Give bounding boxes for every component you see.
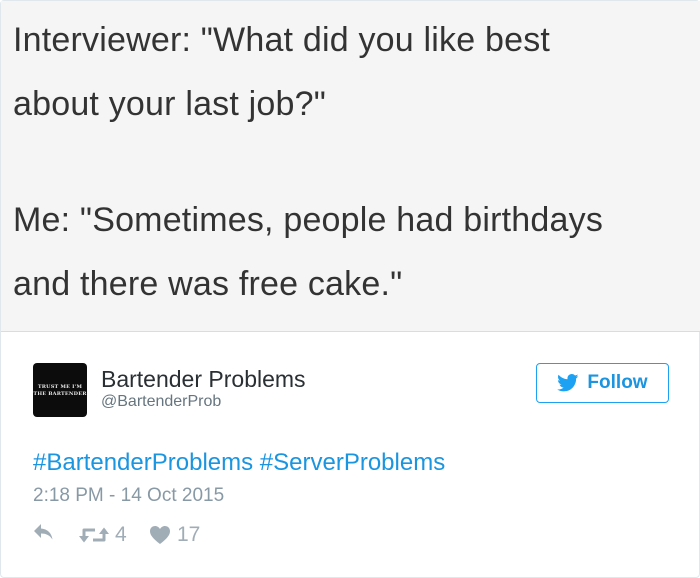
quote-line: and there was free cake."	[13, 265, 403, 303]
tweet-card: Interviewer: "What did you like best abo…	[0, 0, 700, 578]
retweet-count: 4	[115, 523, 127, 546]
author-name[interactable]: Bartender Problems	[101, 366, 306, 393]
tweet-text: #BartenderProblems #ServerProblems	[33, 449, 445, 477]
like-button[interactable]: 17	[149, 523, 200, 547]
tweet-timestamp[interactable]: 2:18 PM - 14 Oct 2015	[33, 485, 224, 507]
avatar-text: THE BARTENDER	[33, 391, 87, 397]
follow-label: Follow	[587, 372, 648, 393]
hashtag-link[interactable]: #ServerProblems	[260, 449, 445, 476]
avatar[interactable]: TRUST ME I'M THE BARTENDER	[33, 363, 87, 417]
reply-icon	[34, 524, 53, 540]
quote-line: about your last job?"	[13, 85, 327, 123]
quote-image: Interviewer: "What did you like best abo…	[1, 1, 700, 332]
retweet-button[interactable]: 4	[79, 523, 127, 547]
quote-line: Me: "Sometimes, people had birthdays	[13, 201, 604, 239]
quote-line: Interviewer: "What did you like best	[13, 21, 551, 59]
retweet-icon	[79, 527, 109, 543]
heart-icon	[150, 526, 170, 544]
like-count: 17	[177, 523, 201, 546]
follow-button[interactable]: Follow	[536, 363, 669, 403]
hashtag-link[interactable]: #BartenderProblems	[33, 449, 253, 476]
author-handle[interactable]: @BartenderProb	[101, 393, 221, 411]
reply-button[interactable]	[33, 523, 55, 541]
avatar-text: TRUST ME I'M	[37, 384, 83, 390]
twitter-bird-icon	[557, 374, 579, 392]
